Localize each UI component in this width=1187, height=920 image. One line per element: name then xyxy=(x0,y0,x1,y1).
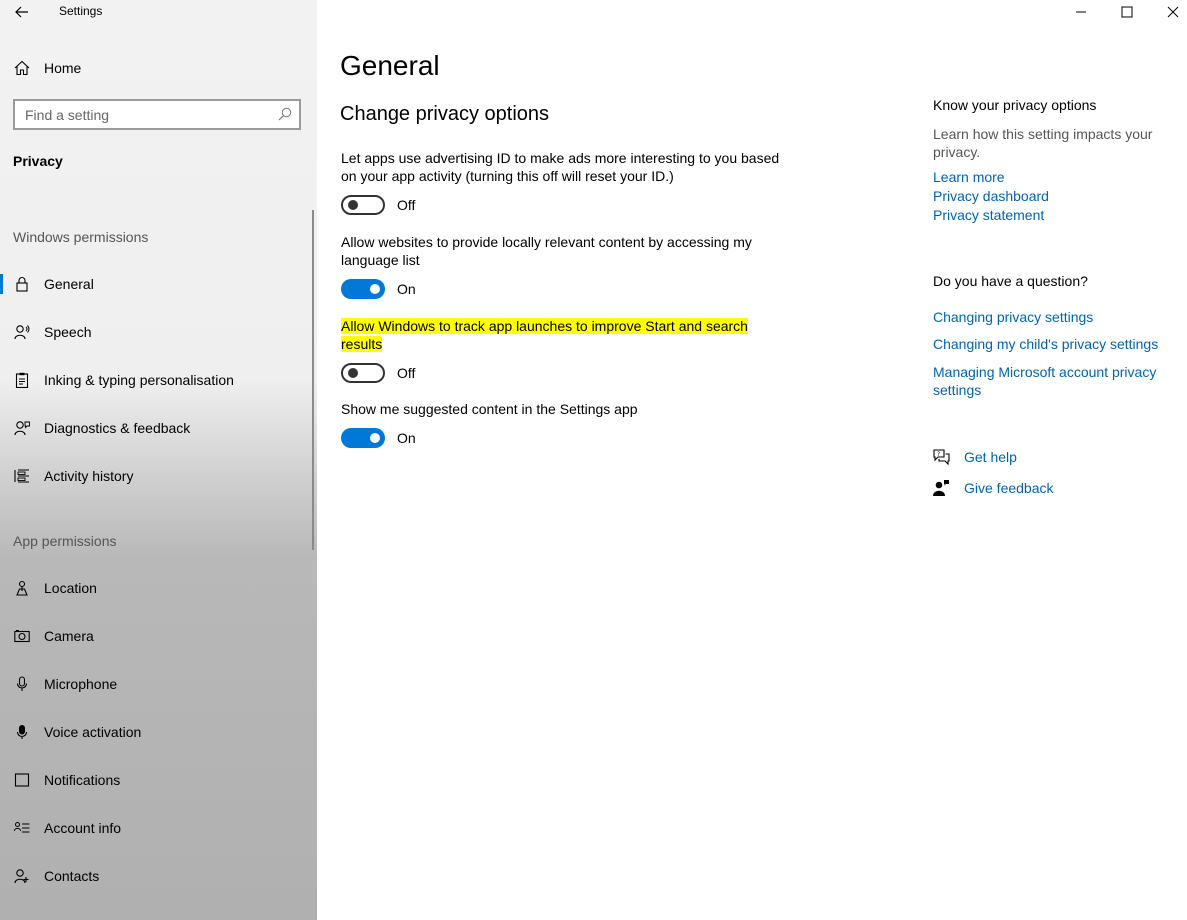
language-list-toggle[interactable] xyxy=(341,279,385,299)
maximize-icon xyxy=(1121,6,1133,18)
close-button[interactable] xyxy=(1150,0,1187,24)
sidebar-item-home[interactable]: Home xyxy=(0,52,317,84)
sidebar-item-label: Activity history xyxy=(44,468,134,484)
camera-icon xyxy=(0,628,44,644)
privacy-dashboard-link[interactable]: Privacy dashboard xyxy=(933,187,1173,205)
give-feedback-icon xyxy=(933,480,949,496)
section-title: Privacy xyxy=(13,153,63,169)
learn-more-link[interactable]: Learn more xyxy=(933,168,1173,186)
voice-activation-icon xyxy=(0,724,44,740)
sidebar-item-account-info[interactable]: Account info xyxy=(0,810,312,846)
sidebar-item-label: Microphone xyxy=(44,676,118,692)
changing-child-privacy-link[interactable]: Changing my child's privacy settings xyxy=(933,335,1173,353)
setting-track-app-launches: Off xyxy=(341,363,415,383)
sidebar-item-general[interactable]: General xyxy=(0,266,312,302)
setting-language-list-text: Allow websites to provide locally releva… xyxy=(341,234,752,268)
sidebar-item-notifications[interactable]: Notifications xyxy=(0,762,312,798)
search-icon[interactable] xyxy=(278,107,292,121)
setting-suggested-content: On xyxy=(341,428,416,448)
sidebar-item-microphone[interactable]: Microphone xyxy=(0,666,312,702)
search-box[interactable] xyxy=(13,99,301,130)
svg-text:?: ? xyxy=(937,451,940,458)
sidebar-item-label: Account info xyxy=(44,820,122,836)
changing-privacy-settings-link[interactable]: Changing privacy settings xyxy=(933,308,1173,326)
sidebar-item-camera[interactable]: Camera xyxy=(0,618,312,654)
sidebar-item-location[interactable]: Location xyxy=(0,570,312,606)
privacy-statement-link[interactable]: Privacy statement xyxy=(933,206,1173,224)
toggle-state-label: Off xyxy=(397,365,416,381)
app-permissions-header: App permissions xyxy=(13,533,117,549)
know-privacy-heading: Know your privacy options xyxy=(933,97,1097,113)
toggle-knob xyxy=(370,284,380,294)
section-subtitle: Change privacy options xyxy=(340,103,550,125)
sidebar-item-label: Voice activation xyxy=(44,724,142,740)
get-help-icon: ? xyxy=(933,449,950,466)
lock-icon xyxy=(0,276,44,292)
track-app-launches-toggle[interactable] xyxy=(341,363,385,383)
sidebar-item-label: Diagnostics & feedback xyxy=(44,420,191,436)
sidebar-item-label: Camera xyxy=(44,628,94,644)
maximize-button[interactable] xyxy=(1104,0,1150,24)
back-arrow-icon xyxy=(15,6,28,18)
person-feedback-icon xyxy=(0,420,44,436)
sidebar-item-label: Inking & typing personalisation xyxy=(44,372,234,388)
microphone-icon xyxy=(0,676,44,692)
minimize-button[interactable] xyxy=(1058,0,1104,24)
activity-history-icon xyxy=(0,468,44,484)
sidebar-item-label: Contacts xyxy=(44,868,100,884)
setting-language-list: On xyxy=(341,279,416,299)
sidebar: Settings Home Privacy Windows permission… xyxy=(0,0,317,920)
get-help-action[interactable]: ? Get help xyxy=(932,448,1017,466)
toggle-knob xyxy=(370,433,380,443)
sidebar-item-label: Location xyxy=(44,580,97,596)
question-heading: Do you have a question? xyxy=(933,273,1088,289)
sidebar-item-inking-typing[interactable]: Inking & typing personalisation xyxy=(0,362,312,398)
clipboard-icon xyxy=(0,372,44,388)
sidebar-item-diagnostics[interactable]: Diagnostics & feedback xyxy=(0,410,312,446)
sidebar-item-voice-activation[interactable]: Voice activation xyxy=(0,714,312,750)
toggle-state-label: Off xyxy=(397,197,416,213)
setting-track-app-launches-text: Allow Windows to track app launches to i… xyxy=(341,317,771,353)
toggle-knob xyxy=(348,200,358,210)
toggle-state-label: On xyxy=(397,430,416,446)
minimize-icon xyxy=(1076,11,1086,13)
give-feedback-label: Give feedback xyxy=(964,480,1054,496)
speech-icon xyxy=(0,324,44,340)
toggle-state-label: On xyxy=(397,281,416,297)
contacts-icon xyxy=(0,868,44,884)
toggle-knob xyxy=(348,368,358,378)
search-input[interactable] xyxy=(25,106,265,123)
sidebar-item-speech[interactable]: Speech xyxy=(0,314,312,350)
setting-advertising-id-text: Let apps use advertising ID to make ads … xyxy=(341,150,780,184)
location-icon xyxy=(0,580,44,596)
sidebar-scrollbar[interactable] xyxy=(312,210,314,550)
sidebar-item-label: Home xyxy=(44,60,82,76)
windows-permissions-header: Windows permissions xyxy=(13,229,149,245)
home-icon xyxy=(0,60,44,76)
sidebar-item-label: Speech xyxy=(44,324,92,340)
back-button[interactable] xyxy=(8,0,36,24)
know-privacy-description: Learn how this setting impacts your priv… xyxy=(933,126,1153,160)
notifications-icon xyxy=(0,772,44,788)
close-icon xyxy=(1167,6,1179,18)
setting-suggested-content-text: Show me suggested content in the Setting… xyxy=(341,401,638,417)
highlighted-text: Allow Windows to track app launches to i… xyxy=(341,318,748,352)
sidebar-item-label: Notifications xyxy=(44,772,121,788)
page-title: General xyxy=(340,50,440,81)
get-help-label: Get help xyxy=(964,449,1017,465)
advertising-id-toggle[interactable] xyxy=(341,195,385,215)
suggested-content-toggle[interactable] xyxy=(341,428,385,448)
window-title: Settings xyxy=(59,4,103,18)
sidebar-item-label: General xyxy=(44,276,94,292)
sidebar-item-contacts[interactable]: Contacts xyxy=(0,858,312,894)
sidebar-item-activity-history[interactable]: Activity history xyxy=(0,458,312,494)
setting-advertising-id: Off xyxy=(341,195,415,215)
managing-account-privacy-link[interactable]: Managing Microsoft account privacy setti… xyxy=(933,363,1168,399)
give-feedback-action[interactable]: Give feedback xyxy=(932,479,1054,497)
account-info-icon xyxy=(0,820,44,836)
